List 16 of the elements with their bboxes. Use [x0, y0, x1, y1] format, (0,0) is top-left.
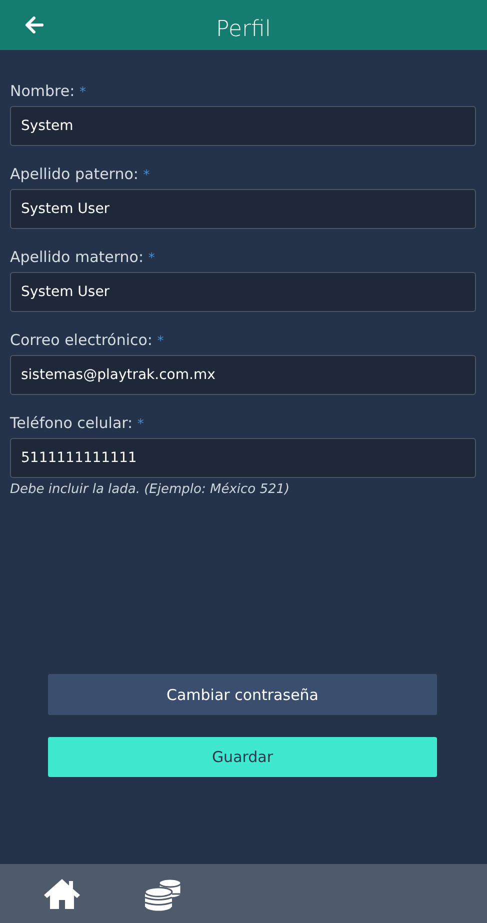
field-label: Correo electrónico: * [10, 330, 164, 351]
change-password-button[interactable]: Cambiar contraseña [48, 674, 437, 715]
field-label: Apellido materno: * [10, 247, 155, 268]
input-field[interactable]: System User [10, 189, 476, 229]
back-icon[interactable] [24, 16, 44, 34]
hint-text: Debe incluir la lada. (Ejemplo: México 521) [10, 482, 290, 497]
input-field[interactable]: System [10, 106, 476, 146]
input-field[interactable]: sistemas@playtrak.com.mx [10, 355, 476, 395]
save-button[interactable]: Guardar [48, 737, 437, 777]
field-label: Apellido paterno: * [10, 164, 150, 185]
field-label: Nombre: * [10, 81, 86, 102]
home-icon[interactable] [42, 877, 82, 910]
input-field[interactable]: 5111111111111 [10, 438, 476, 478]
field-label: Teléfono celular: * [10, 413, 144, 434]
input-field[interactable]: System User [10, 272, 476, 312]
page-title: Perfil [216, 16, 272, 42]
